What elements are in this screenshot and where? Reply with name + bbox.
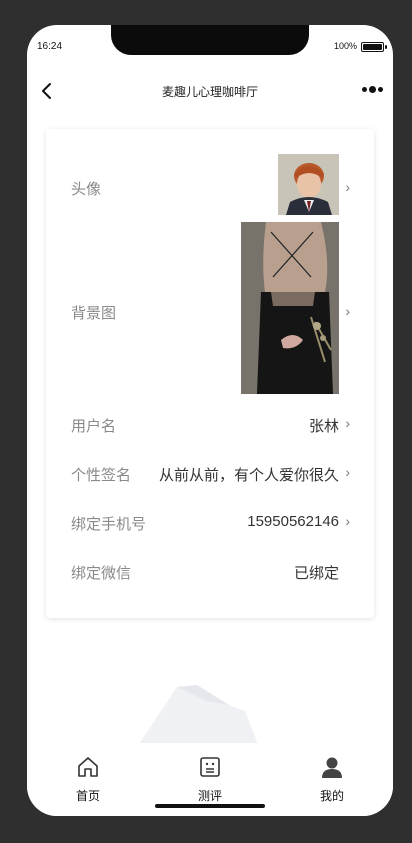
tab-assessment-label: 测评 xyxy=(197,789,222,803)
phone-screen: 16:24 100% 麦趣儿心理咖啡厅 头像 › 背景图 › 用户名 张林 › … xyxy=(27,25,393,816)
home-icon xyxy=(78,757,98,777)
phone-value: 15950562146 xyxy=(247,513,339,530)
phone-label: 绑定手机号 xyxy=(71,516,147,533)
tab-mine[interactable]: 我的 xyxy=(302,755,362,804)
profile-card: 头像 › 背景图 › 用户名 张林 › 个性签名 从前从前，有个人爱你很久 › … xyxy=(46,129,374,618)
background-row[interactable]: 背景图 › xyxy=(46,219,374,399)
username-row[interactable]: 用户名 张林 › xyxy=(46,399,374,448)
wechat-value: 已绑定 xyxy=(293,565,339,582)
notch xyxy=(111,25,309,55)
status-time: 16:24 xyxy=(37,41,63,52)
home-indicator xyxy=(155,804,265,808)
avatar[interactable] xyxy=(278,154,339,215)
assessment-icon xyxy=(200,757,220,777)
signature-value: 从前从前，有个人爱你很久 xyxy=(158,467,339,484)
wechat-label: 绑定微信 xyxy=(71,565,132,582)
battery-percent: 100% xyxy=(333,41,357,51)
username-value: 张林 xyxy=(308,418,339,435)
chevron-right-icon: › xyxy=(345,513,350,529)
tab-bar: 首页 测评 我的 xyxy=(27,743,393,816)
decorative-shape xyxy=(137,685,259,747)
chevron-right-icon: › xyxy=(345,179,350,195)
background-image[interactable] xyxy=(241,222,339,394)
avatar-row[interactable]: 头像 › xyxy=(46,129,374,219)
signature-label: 个性签名 xyxy=(71,467,132,484)
chevron-right-icon: › xyxy=(345,303,350,319)
more-icon[interactable] xyxy=(362,83,384,97)
avatar-label: 头像 xyxy=(71,181,102,198)
tab-mine-label: 我的 xyxy=(319,789,344,803)
tab-home-label: 首页 xyxy=(75,789,100,803)
phone-row[interactable]: 绑定手机号 15950562146 › xyxy=(46,497,374,546)
page-title: 麦趣儿心理咖啡厅 xyxy=(161,85,258,99)
chevron-right-icon: › xyxy=(345,464,350,480)
signature-row[interactable]: 个性签名 从前从前，有个人爱你很久 › xyxy=(46,448,374,497)
chevron-right-icon: › xyxy=(345,415,350,431)
wechat-row[interactable]: 绑定微信 已绑定 xyxy=(46,546,374,595)
user-icon xyxy=(322,757,342,778)
tab-assessment[interactable]: 测评 xyxy=(180,755,240,804)
battery-icon xyxy=(361,42,387,52)
tab-home[interactable]: 首页 xyxy=(58,755,118,804)
background-label: 背景图 xyxy=(71,305,117,322)
username-label: 用户名 xyxy=(71,418,117,435)
